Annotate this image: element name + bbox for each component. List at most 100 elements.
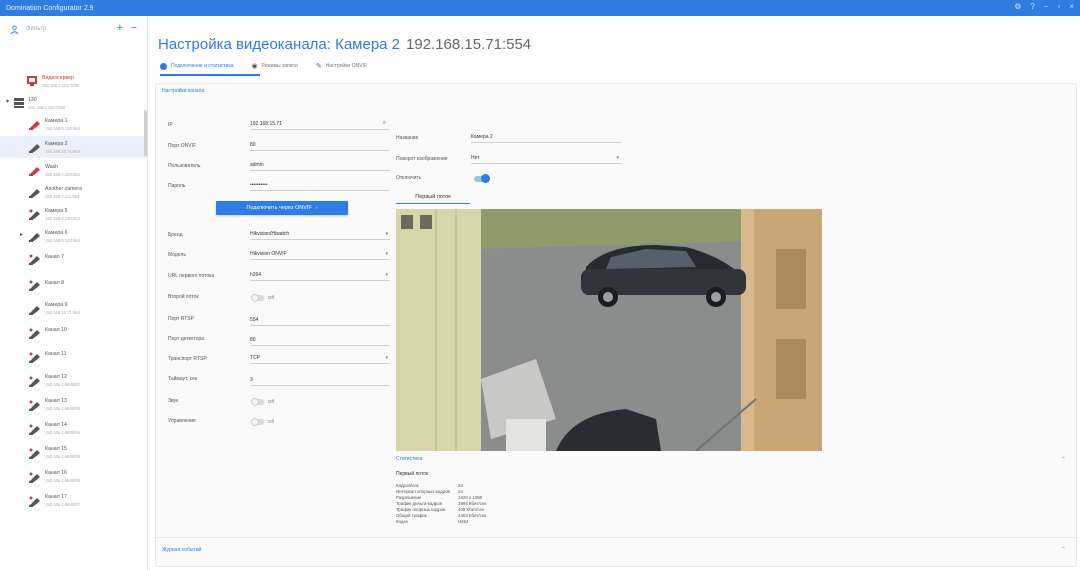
dropdown-arrow-icon: ▾ bbox=[385, 251, 388, 257]
toggle-knob bbox=[481, 174, 490, 183]
tab-first-stream[interactable]: Первый поток bbox=[396, 190, 470, 204]
tree-item-camera[interactable]: Wash 192.168.0.150:554 bbox=[0, 160, 147, 180]
rotation-select[interactable]: Нет ▾ bbox=[471, 152, 621, 164]
stats-row: Разрешение 1920 x 1080 bbox=[396, 495, 482, 500]
camera-icon bbox=[29, 448, 40, 459]
camera-icon bbox=[29, 352, 40, 363]
camera-name: Камера 5 bbox=[45, 208, 68, 214]
tree-item-channel[interactable]: Канал 14 192.168.2.88:8004 bbox=[0, 418, 147, 440]
tab-label: Подключение и статистика bbox=[171, 63, 234, 69]
name-label: Название bbox=[396, 135, 419, 141]
tree-item-channel[interactable]: Канал 13 192.168.2.88:8003 bbox=[0, 394, 147, 416]
main-content: Настройка видеоканала: Камера 2 192.168.1… bbox=[150, 16, 1080, 571]
stats-value: 1920 x 1080 bbox=[458, 495, 483, 500]
add-button[interactable]: + bbox=[117, 22, 123, 34]
tab-label: Настройки ONVIF bbox=[325, 63, 367, 69]
control-toggle[interactable] bbox=[251, 418, 264, 426]
transport-select[interactable]: TCP ▾ bbox=[250, 352, 390, 364]
tree-item-server[interactable]: Видеосервер 192.168.0.104:7000 bbox=[0, 72, 147, 92]
stats-key: Трафик дельта-кадров bbox=[396, 501, 442, 506]
tree-item-channel[interactable]: Канал 17 192.168.2.88:8007 bbox=[0, 490, 147, 512]
tree-item-channel[interactable]: Канал 16 192.168.2.88:8006 bbox=[0, 466, 147, 488]
tab-onvif[interactable]: ✎ Настройки ONVIF bbox=[316, 62, 367, 70]
tree-item-group[interactable]: ▾ 130 192.168.0.130:7000 bbox=[0, 94, 147, 112]
camera-address: 192.168.2.88:8004 bbox=[45, 430, 80, 435]
dropdown-arrow-icon: ▾ bbox=[385, 355, 388, 361]
camera-name: Канал 8 bbox=[45, 280, 65, 286]
sidebar-scrollbar[interactable] bbox=[144, 110, 147, 156]
rtsp-port-field[interactable]: 554 bbox=[250, 314, 390, 326]
camera-address: 192.168.0.120:554 bbox=[45, 126, 80, 131]
model-value: Hikvision ONVIF bbox=[250, 250, 287, 257]
password-value: •••••••••• bbox=[250, 181, 268, 188]
tree-item-camera-selected[interactable]: Камера 2 192.168.15.71:554 bbox=[0, 136, 147, 158]
camera-name: Канал 12 bbox=[45, 374, 67, 380]
help-icon[interactable]: ? bbox=[1030, 2, 1034, 11]
sound-label: Звук bbox=[168, 398, 179, 404]
stats-row: Трафик опорных кадров 409 Кбит/сек bbox=[396, 507, 484, 512]
tab-connection[interactable]: Подключение и статистика bbox=[160, 62, 234, 70]
remove-button[interactable]: − bbox=[131, 22, 137, 34]
stats-row: Кодек H264 bbox=[396, 519, 469, 524]
disable-toggle[interactable] bbox=[474, 174, 490, 183]
rtsp-port-value: 554 bbox=[250, 316, 259, 323]
ip-field[interactable]: 192.168.15.71 ⌕ bbox=[250, 118, 390, 130]
brand-select[interactable]: Hikvision/Hiwatch ▾ bbox=[250, 228, 390, 240]
search-icon[interactable]: ⌕ bbox=[383, 120, 386, 127]
tree-item-camera[interactable]: ▸ Камера 6 192.168.0.143:554 bbox=[0, 226, 147, 246]
collapse-chevron-icon[interactable]: ▾ bbox=[6, 98, 9, 105]
tree-item-channel[interactable]: Канал 11 bbox=[0, 346, 147, 368]
sidebar: Фильтр + − Видеосервер 192.168.0.104:700… bbox=[0, 16, 148, 571]
timeout-field[interactable]: 3 bbox=[250, 374, 390, 386]
url-select[interactable]: h264 ▾ bbox=[250, 269, 390, 281]
window-title: Domination Configurator 2.9 bbox=[6, 4, 94, 12]
tree-item-camera[interactable]: Камера 1 192.168.0.120:554 bbox=[0, 114, 147, 134]
user-field[interactable]: admin bbox=[250, 159, 390, 171]
timeout-value: 3 bbox=[250, 376, 253, 383]
tree-item-channel[interactable]: Канал 10 bbox=[0, 322, 147, 344]
second-stream-toggle[interactable] bbox=[251, 294, 264, 302]
detector-port-value: 80 bbox=[250, 336, 256, 343]
maximize-icon[interactable]: ▫ bbox=[1057, 2, 1060, 11]
tree-item-channel[interactable]: Канал 15 192.168.2.88:8005 bbox=[0, 442, 147, 464]
url-label: URL первого потока bbox=[168, 273, 215, 279]
tree-item-camera[interactable]: Another camera 192.168.0.111:554 bbox=[0, 182, 147, 202]
tree-item-camera[interactable]: Камера 9 192.168.15.71:554 bbox=[0, 298, 147, 320]
brand-label: Бренд bbox=[168, 232, 183, 238]
onvif-port-field[interactable]: 80 bbox=[250, 139, 390, 151]
transport-value: TCP bbox=[250, 354, 260, 361]
group-address: 192.168.0.130:7000 bbox=[28, 105, 66, 110]
minimize-icon[interactable]: − bbox=[1044, 2, 1049, 11]
stats-key: Разрешение bbox=[396, 495, 422, 500]
model-select[interactable]: Hikvision ONVIF ▾ bbox=[250, 248, 390, 260]
tree-item-channel[interactable]: Канал 7 bbox=[0, 248, 147, 270]
close-icon[interactable]: × bbox=[1069, 2, 1074, 11]
name-field[interactable]: Камера 2 bbox=[471, 131, 621, 143]
filter-input[interactable]: Фильтр bbox=[26, 26, 46, 32]
stats-row: Трафик дельта-кадров 3994 Кбит/сек bbox=[396, 501, 486, 506]
url-value: h264 bbox=[250, 271, 262, 278]
tree-item-camera[interactable]: Камера 5 192.168.0.140:554 bbox=[0, 204, 147, 224]
camera-name: Канал 10 bbox=[45, 327, 67, 333]
tree-item-channel[interactable]: Канал 8 bbox=[0, 272, 147, 296]
collapse-stats-icon[interactable]: ⌃ bbox=[1061, 456, 1066, 463]
detector-port-field[interactable]: 80 bbox=[250, 334, 390, 346]
group-name: 130 bbox=[28, 97, 37, 103]
collapse-events-icon[interactable]: ⌃ bbox=[1061, 546, 1066, 553]
video-preview[interactable] bbox=[396, 209, 822, 451]
user-value: admin bbox=[250, 161, 264, 168]
connect-onvif-button[interactable]: Подключить через ONVIF › bbox=[216, 201, 348, 215]
user-label: Пользователь bbox=[168, 163, 201, 169]
tree-item-channel[interactable]: Канал 12 192.168.2.88:8002 bbox=[0, 370, 147, 392]
camera-name: Канал 11 bbox=[45, 351, 67, 357]
expand-chevron-icon[interactable]: ▸ bbox=[20, 231, 23, 238]
server-name: Видеосервер bbox=[42, 75, 74, 81]
password-field[interactable]: •••••••••• bbox=[250, 179, 390, 191]
camera-address: 192.168.2.88:8007 bbox=[45, 502, 80, 507]
settings-icon[interactable]: ⚙ bbox=[1014, 2, 1021, 11]
tab-recording[interactable]: ◉ Режимы записи bbox=[251, 62, 297, 70]
stats-value: 409 Кбит/сек bbox=[458, 507, 484, 512]
control-state: Off bbox=[268, 419, 274, 424]
ip-label: IP bbox=[168, 122, 173, 128]
sound-toggle[interactable] bbox=[251, 398, 264, 406]
